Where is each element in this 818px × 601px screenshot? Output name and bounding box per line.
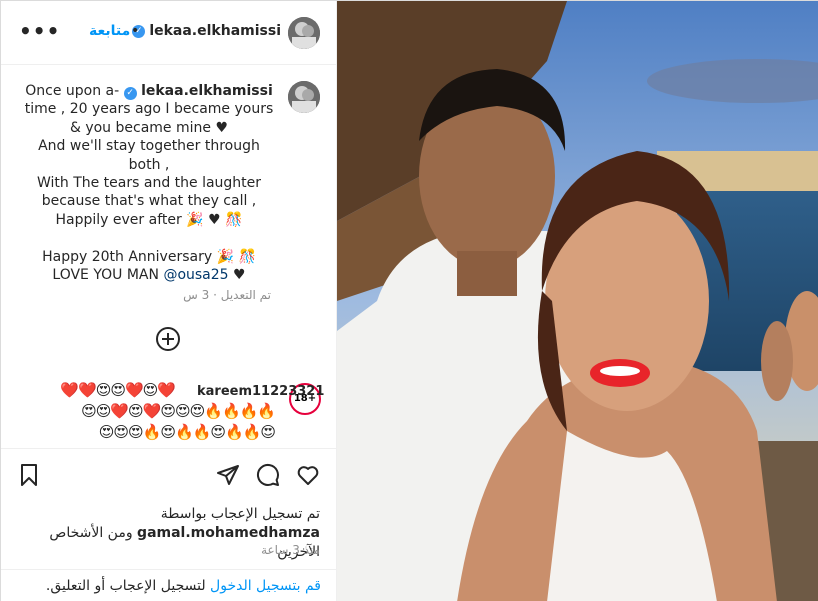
caption-line: With The tears and the laughter	[36, 175, 262, 192]
caption-username[interactable]: lekaa.elkhamissi	[141, 83, 273, 99]
caption-line: & you became mine ♥	[69, 119, 229, 136]
follow-button[interactable]: متابعة	[89, 23, 130, 39]
comments-section: Once upon a- ✓ lekaa.elkhamissi time , 2…	[1, 66, 337, 448]
more-options-icon[interactable]: •••	[19, 19, 60, 43]
header-separator: •	[131, 23, 140, 39]
comment-text: ❤️❤️😍😍❤️😍❤️ 😍😍❤️😍❤️😍😍😍🔥🔥🔥🔥 😍😍😍🔥😍🔥🔥😍🔥🔥😍	[19, 380, 276, 443]
post-timestamp[interactable]: منذ 3 ساعة	[261, 543, 320, 557]
liker-username[interactable]: gamal.mohamedhamza	[137, 525, 320, 541]
bookmark-icon[interactable]	[17, 463, 41, 487]
author-username: lekaa.elkhamissi	[149, 23, 281, 39]
caption-line: because that's what they call ,	[41, 193, 257, 210]
caption-line: Happy 20th Anniversary 🎉 🎊	[42, 248, 256, 265]
comment-line: ❤️❤️😍😍❤️😍❤️	[60, 381, 176, 399]
love-prefix: LOVE YOU MAN	[52, 267, 159, 284]
caption-line: And we'll stay together through	[38, 138, 260, 155]
instagram-post: ✓ lekaa.elkhamissi • متابعة ••• Once upo…	[0, 0, 818, 601]
caption-line: both ,	[128, 156, 170, 173]
post-photo[interactable]	[337, 1, 818, 601]
login-link[interactable]: قم بتسجيل الدخول	[210, 578, 321, 594]
couple-selfie-image	[337, 1, 818, 601]
caption-line: Happily ever after 🎉 ♥ 🎊	[55, 211, 243, 228]
plus-circle-icon[interactable]	[156, 327, 180, 351]
comment-icon[interactable]	[256, 463, 280, 487]
share-icon[interactable]	[216, 463, 240, 487]
caption-line-first: Once upon a- ✓ lekaa.elkhamissi	[21, 82, 277, 100]
mention-link[interactable]: @ousa25	[163, 267, 228, 283]
comment-line: 😍😍❤️😍❤️😍😍😍🔥🔥🔥🔥	[81, 402, 276, 420]
caption-line: time , 20 years ago I became yours	[24, 101, 274, 118]
love-suffix: ♥	[233, 267, 246, 284]
login-prompt-text: لتسجيل الإعجاب أو التعليق.	[45, 578, 211, 594]
caption-verified-icon: ✓	[123, 87, 137, 100]
likes-label: تم تسجيل الإعجاب بواسطة	[160, 506, 320, 522]
comment-line: 😍😍😍🔥😍🔥🔥😍🔥🔥😍	[98, 423, 276, 441]
post-side-panel: ✓ lekaa.elkhamissi • متابعة ••• Once upo…	[1, 1, 337, 601]
post-caption: Once upon a- ✓ lekaa.elkhamissi time , 2…	[21, 82, 277, 284]
caption-line-love: LOVE YOU MAN @ousa25 ♥	[21, 266, 277, 284]
heart-icon[interactable]	[296, 463, 320, 487]
caption-avatar[interactable]	[288, 81, 320, 113]
action-bar	[1, 448, 337, 500]
author-avatar[interactable]	[288, 17, 320, 49]
post-header: ✓ lekaa.elkhamissi • متابعة •••	[1, 1, 337, 65]
caption-prefix: Once upon a-	[25, 83, 120, 99]
author-username-link[interactable]: ✓ lekaa.elkhamissi	[132, 23, 281, 39]
caption-edited-time[interactable]: تم التعديل · 3 س	[183, 288, 271, 302]
login-prompt: قم بتسجيل الدخول لتسجيل الإعجاب أو التعل…	[1, 569, 337, 601]
